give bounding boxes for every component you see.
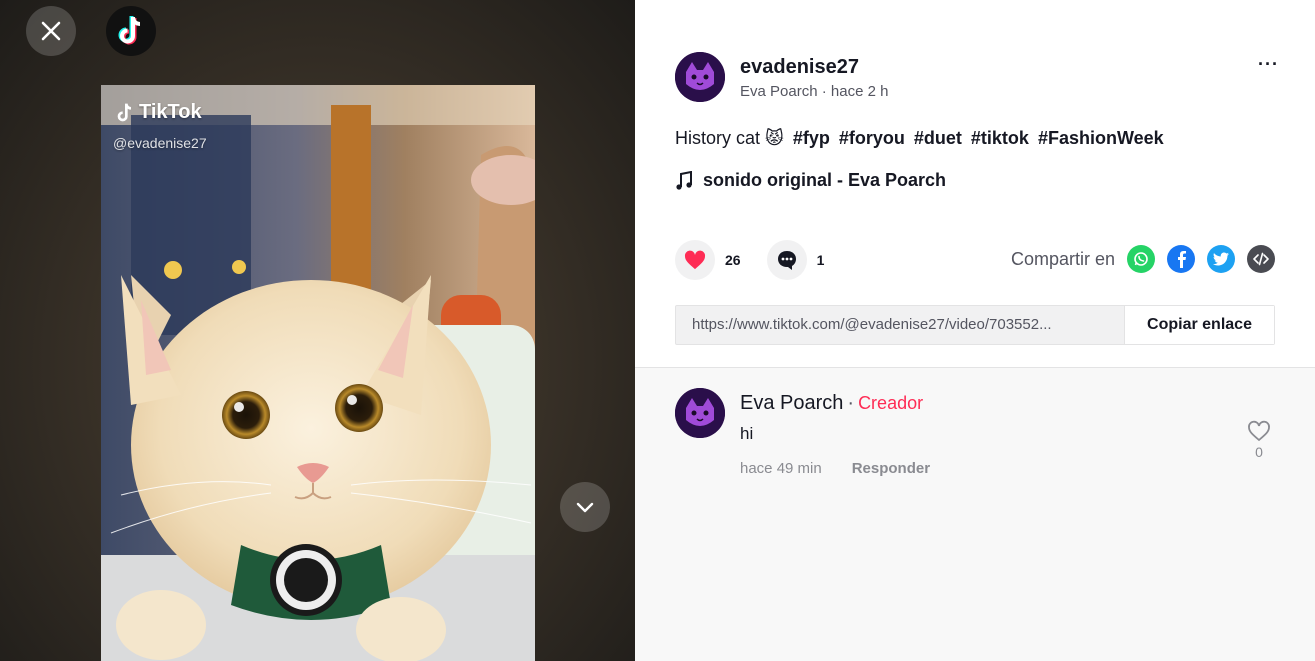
tiktok-logo-icon <box>118 16 141 45</box>
comment-icon <box>777 251 796 270</box>
embed-code-icon <box>1253 252 1269 266</box>
reply-button[interactable]: Responder <box>852 460 930 477</box>
comment-button[interactable] <box>766 240 807 280</box>
share-bar: Compartir en <box>1011 245 1275 273</box>
close-icon <box>41 21 61 41</box>
comment-item: Eva Poarch · Creador hi hace 49 min Respon… <box>675 388 930 477</box>
watermark-brand: TikTok <box>139 101 202 123</box>
author-display-name: Eva Poarch <box>740 82 818 100</box>
copy-link-button[interactable]: Copiar enlace <box>1124 306 1274 344</box>
comment-separator: · <box>847 392 855 414</box>
share-label: Compartir en <box>1010 248 1115 269</box>
comment-avatar[interactable] <box>675 388 725 438</box>
avatar-image <box>675 52 725 102</box>
watermark-username: @evadenise27 <box>113 135 207 151</box>
video-player[interactable]: TikTok @evadenise27 <box>101 85 535 661</box>
hashtag-link[interactable]: #foryou <box>839 128 905 148</box>
hashtag-link[interactable]: #fyp <box>793 128 830 148</box>
music-link[interactable]: sonido original - Eva Poarch <box>675 170 946 191</box>
creator-badge: Creador <box>858 393 924 413</box>
action-bar: 26 1 <box>675 240 850 280</box>
post-description: History cat 😾 #fyp #foryou #duet #tiktok… <box>675 128 1164 149</box>
tiktok-note-icon <box>117 103 132 121</box>
info-pane: evadenise27 Eva Poarch · hace 2 h ··· Hi… <box>635 0 1315 661</box>
share-embed-button[interactable] <box>1247 245 1275 273</box>
author-block: evadenise27 Eva Poarch · hace 2 h <box>675 52 888 102</box>
comment-like-button[interactable]: 0 <box>1247 420 1271 460</box>
post-time: hace 2 h <box>830 82 889 100</box>
comment-author[interactable]: Eva Poarch <box>740 392 843 414</box>
music-title: sonido original - Eva Poarch <box>703 170 947 190</box>
close-button[interactable] <box>26 6 76 56</box>
chevron-down-icon <box>576 502 594 513</box>
comment-time: hace 49 min <box>740 460 822 477</box>
share-url-field[interactable]: https://www.tiktok.com/@evadenise27/vide… <box>676 306 1124 344</box>
description-text: History cat 😾 <box>675 128 784 148</box>
heart-icon <box>684 250 706 270</box>
video-pane: TikTok @evadenise27 <box>0 0 635 661</box>
share-facebook-button[interactable] <box>1167 245 1195 273</box>
share-link-row: https://www.tiktok.com/@evadenise27/vide… <box>675 305 1275 345</box>
hashtag-link[interactable]: #tiktok <box>971 128 1029 148</box>
next-video-button[interactable] <box>560 482 610 532</box>
twitter-icon <box>1213 252 1229 266</box>
comment-like-count: 0 <box>1255 444 1263 460</box>
comment-text: hi <box>740 424 754 443</box>
comment-meta: hace 49 min Responder <box>740 460 930 477</box>
video-frame-image <box>101 85 535 661</box>
more-options-button[interactable]: ··· <box>1258 54 1279 75</box>
hashtag-link[interactable]: #FashionWeek <box>1038 128 1164 148</box>
author-subline: Eva Poarch · hace 2 h <box>740 82 889 100</box>
share-whatsapp-button[interactable] <box>1127 245 1155 273</box>
like-count: 26 <box>725 252 741 268</box>
hashtag-link[interactable]: #duet <box>914 128 962 148</box>
avatar[interactable] <box>675 52 725 102</box>
music-note-icon <box>676 170 692 190</box>
author-username[interactable]: evadenise27 <box>740 55 888 79</box>
tiktok-logo[interactable] <box>106 6 156 56</box>
video-watermark: TikTok <box>115 101 202 124</box>
heart-outline-icon <box>1248 420 1270 442</box>
comments-section: Eva Poarch · Creador hi hace 49 min Respon… <box>635 367 1315 661</box>
whatsapp-icon <box>1134 252 1148 266</box>
like-button[interactable] <box>675 240 715 280</box>
facebook-icon <box>1178 251 1186 268</box>
avatar-image <box>675 388 725 438</box>
comment-header: Eva Poarch · Creador <box>740 388 930 418</box>
share-twitter-button[interactable] <box>1207 245 1235 273</box>
comment-count: 1 <box>816 252 825 268</box>
